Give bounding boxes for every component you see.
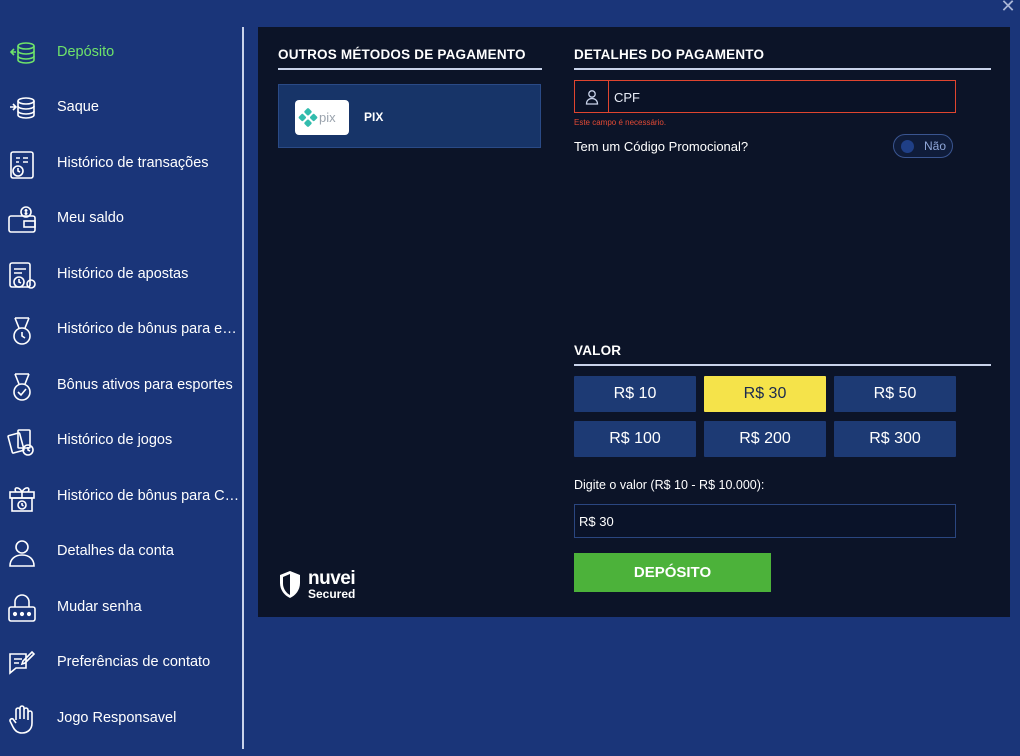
sidebar-divider [242, 27, 244, 749]
section-divider [574, 364, 991, 366]
sidebar-item-meu-saldo[interactable]: Meu saldo [0, 200, 242, 240]
toggle-knob [901, 140, 914, 153]
sidebar-item-label: Mudar senha [57, 599, 142, 615]
sidebar-item-historico-apostas[interactable]: Histórico de apostas [0, 256, 242, 296]
deposit-button[interactable]: DEPÓSITO [574, 553, 771, 592]
amount-button-300[interactable]: R$ 300 [834, 421, 956, 457]
sidebar-item-label: Jogo Responsavel [57, 710, 177, 726]
payment-method-label: PIX [364, 110, 384, 124]
payment-methods-title: OUTROS MÉTODOS DE PAGAMENTO [278, 47, 526, 62]
hand-icon [6, 704, 38, 736]
gift-history-icon [6, 482, 38, 514]
betslip-history-icon [6, 260, 38, 292]
medal-history-icon [6, 315, 38, 347]
payment-panel: OUTROS MÉTODOS DE PAGAMENTO pix PIX DETA… [258, 27, 1010, 617]
cpf-field [574, 80, 960, 114]
amount-button-10[interactable]: R$ 10 [574, 376, 696, 412]
pix-logo: pix [295, 100, 349, 135]
amount-button-30[interactable]: R$ 30 [704, 376, 826, 412]
nuvei-secured-badge: nuvei Secured [278, 568, 378, 604]
sidebar-item-historico-transacoes[interactable]: Histórico de transações [0, 145, 242, 185]
sidebar-item-label: Histórico de apostas [57, 266, 189, 282]
database-coins-icon [6, 38, 38, 70]
sidebar: Depósito Saque Histórico de transações M… [0, 0, 243, 756]
amount-button-50[interactable]: R$ 50 [834, 376, 956, 412]
nuvei-tagline: Secured [308, 587, 356, 601]
cards-history-icon [6, 426, 38, 458]
medal-check-icon [6, 371, 38, 403]
sidebar-item-label: Bônus ativos para esportes [57, 377, 233, 393]
cpf-input[interactable] [609, 81, 960, 114]
cpf-error-message: Este campo é necessário. [574, 118, 667, 127]
shield-icon [280, 571, 300, 598]
sidebar-item-detalhes-conta[interactable]: Detalhes da conta [0, 533, 242, 573]
sidebar-item-label: Meu saldo [57, 210, 124, 226]
sidebar-item-mudar-senha[interactable]: Mudar senha [0, 589, 242, 629]
sidebar-item-label: Histórico de bônus para esp... [57, 321, 242, 337]
wallet-icon [6, 204, 38, 236]
amount-button-100[interactable]: R$ 100 [574, 421, 696, 457]
sidebar-item-bonus-ativos[interactable]: Bônus ativos para esportes [0, 367, 242, 407]
sidebar-item-historico-jogos[interactable]: Histórico de jogos [0, 422, 242, 462]
promo-code-toggle[interactable]: Não [893, 134, 953, 158]
toggle-label: Não [924, 139, 947, 153]
amount-input[interactable] [574, 504, 956, 538]
section-divider [278, 68, 542, 70]
sidebar-item-saque[interactable]: Saque [0, 89, 242, 129]
sidebar-item-preferencias-contato[interactable]: Preferências de contato [0, 644, 242, 684]
close-icon[interactable]: ✕ [998, 0, 1018, 16]
promo-code-label: Tem um Código Promocional? [574, 139, 749, 154]
user-icon [6, 537, 38, 569]
amount-button-200[interactable]: R$ 200 [704, 421, 826, 457]
payment-method-pix[interactable]: pix PIX [278, 84, 541, 148]
sidebar-item-label: Histórico de jogos [57, 432, 173, 448]
sidebar-item-deposito[interactable]: Depósito [0, 34, 242, 74]
svg-text:pix: pix [319, 110, 336, 125]
sidebar-item-label: Histórico de bônus para Ca... [57, 488, 242, 504]
sidebar-item-label: Saque [57, 99, 99, 115]
sidebar-item-historico-bonus-esportes[interactable]: Histórico de bônus para esp... [0, 311, 242, 351]
database-coins-icon [6, 93, 38, 125]
sidebar-item-historico-bonus-cassino[interactable]: Histórico de bônus para Ca... [0, 478, 242, 518]
sidebar-item-label: Preferências de contato [57, 654, 211, 670]
sidebar-item-label: Detalhes da conta [57, 543, 174, 559]
amount-input-label: Digite o valor (R$ 10 - R$ 10.000): [574, 478, 765, 492]
sidebar-item-label: Depósito [57, 44, 115, 60]
sidebar-item-jogo-responsavel[interactable]: Jogo Responsavel [0, 700, 242, 740]
section-divider [574, 68, 991, 70]
amount-title: VALOR [574, 343, 622, 358]
lock-icon [6, 593, 38, 625]
sidebar-item-label: Histórico de transações [57, 155, 209, 171]
user-icon [575, 81, 609, 112]
receipt-history-icon [6, 149, 38, 181]
chat-edit-icon [6, 648, 38, 680]
payment-details-title: DETALHES DO PAGAMENTO [574, 47, 765, 62]
